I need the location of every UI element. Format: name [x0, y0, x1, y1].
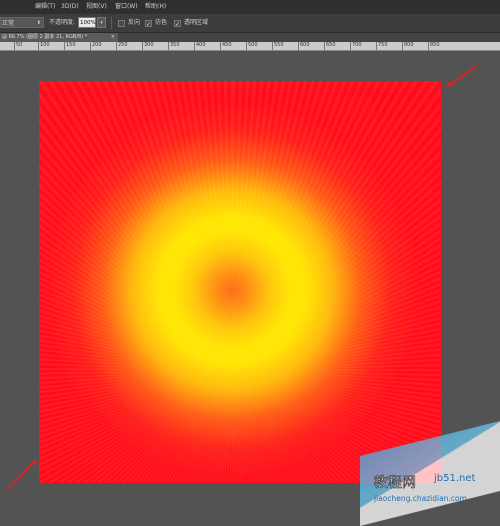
- opacity-dropdown-button[interactable]: ▾: [97, 17, 106, 28]
- ruler-label: 400: [196, 42, 206, 48]
- ruler-label: 250: [118, 42, 128, 48]
- watermark-logo: 教程网 jb51.net jiaocheng.chazidian.com: [372, 469, 500, 505]
- chevron-down-icon: ▾: [100, 20, 103, 26]
- menu-bar: 编辑(T) 3D(D) 视图(V) 窗口(W) 帮助(H): [0, 0, 500, 14]
- ruler-tick: [38, 42, 39, 50]
- ruler-label: 750: [378, 42, 388, 48]
- close-icon[interactable]: ×: [111, 33, 115, 42]
- ruler-label: 550: [274, 42, 284, 48]
- blend-mode-value: 正常: [2, 20, 15, 27]
- reverse-checkbox[interactable]: [118, 19, 125, 27]
- ruler-tick: [220, 42, 221, 50]
- ruler-label: 650: [326, 42, 336, 48]
- watermark-text-site: jb51.net: [433, 473, 476, 484]
- ruler-tick: [168, 42, 169, 50]
- ruler-tick: [298, 42, 299, 50]
- document-tab-title: @ 66.7% (图层 2 副本 21, RGB/8) *: [2, 34, 88, 40]
- ruler-label: 500: [248, 42, 258, 48]
- ruler-label: 450: [222, 42, 232, 48]
- horizontal-ruler: 50 100 150 200 250 300 350 400 450 500 5…: [0, 42, 500, 51]
- ruler-label: 200: [92, 42, 102, 48]
- ruler-tick: [116, 42, 117, 50]
- ruler-label: 150: [66, 42, 76, 48]
- ruler-tick: [142, 42, 143, 50]
- ruler-label: 50: [16, 42, 23, 48]
- menu-3d[interactable]: 3D(D): [61, 0, 79, 14]
- ruler-tick: [14, 42, 15, 50]
- blend-mode-select[interactable]: 正常 ⬍: [0, 17, 44, 28]
- reverse-label: 反向: [128, 19, 141, 26]
- ruler-tick: [428, 42, 429, 50]
- ruler-tick: [402, 42, 403, 50]
- transparency-checkbox[interactable]: ✓: [174, 19, 181, 28]
- ruler-tick: [64, 42, 65, 50]
- menu-edit[interactable]: 编辑(T): [35, 0, 55, 14]
- ruler-label: 300: [144, 42, 154, 48]
- transparency-label: 透明区域: [184, 19, 209, 26]
- dither-label: 仿色: [155, 19, 168, 26]
- watermark-text-cn: 教程网: [374, 475, 416, 491]
- document-tab-bar: @ 66.7% (图层 2 副本 21, RGB/8) * ×: [0, 33, 500, 42]
- divider: [111, 17, 112, 29]
- ruler-label: 100: [40, 42, 50, 48]
- chevron-updown-icon: ⬍: [36, 20, 41, 26]
- opacity-input[interactable]: 100%: [78, 17, 96, 28]
- ruler-tick: [324, 42, 325, 50]
- ruler-tick: [350, 42, 351, 50]
- ruler-tick: [194, 42, 195, 50]
- ruler-label: 350: [170, 42, 180, 48]
- document-tab[interactable]: @ 66.7% (图层 2 副本 21, RGB/8) * ×: [0, 33, 118, 42]
- opacity-label: 不透明度:: [49, 19, 76, 26]
- menu-help[interactable]: 帮助(H): [145, 0, 166, 14]
- ruler-tick: [90, 42, 91, 50]
- menu-window[interactable]: 窗口(W): [115, 0, 138, 14]
- menu-view[interactable]: 视图(V): [86, 0, 107, 14]
- ruler-label: 850: [430, 42, 440, 48]
- dither-checkbox[interactable]: ✓: [145, 19, 152, 28]
- ruler-label: 800: [404, 42, 414, 48]
- watermark-text-url: jiaocheng.chazidian.com: [373, 494, 467, 503]
- options-bar: 正常 ⬍ 不透明度: 100% ▾ 反向 ✓ 仿色 ✓ 透明区域: [0, 14, 500, 33]
- ruler-tick: [246, 42, 247, 50]
- check-icon: ✓: [175, 20, 181, 28]
- check-icon: ✓: [146, 20, 152, 28]
- ruler-tick: [272, 42, 273, 50]
- ruler-tick: [376, 42, 377, 50]
- ruler-label: 700: [352, 42, 362, 48]
- document-canvas[interactable]: [39, 81, 441, 483]
- ruler-label: 600: [300, 42, 310, 48]
